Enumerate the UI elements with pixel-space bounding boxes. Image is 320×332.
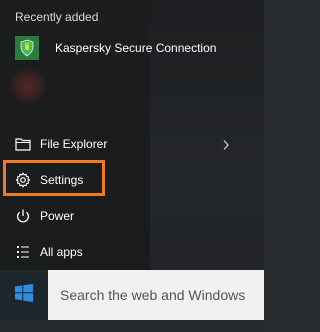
recently-added-heading: Recently added <box>15 10 99 24</box>
chevron-right-icon[interactable] <box>221 138 231 150</box>
taskbar: Search the web and Windows <box>0 270 264 332</box>
start-button[interactable] <box>0 270 48 320</box>
folder-icon <box>15 136 31 152</box>
power-label: Power <box>40 209 75 223</box>
kaspersky-shield-icon <box>15 36 39 60</box>
all-apps-label: All apps <box>40 245 83 259</box>
power-item[interactable]: Power <box>0 199 264 233</box>
start-menu: Recently added Kaspersky Secure Connecti… <box>0 0 264 270</box>
search-box[interactable]: Search the web and Windows <box>48 270 264 320</box>
taskbar-bottom-strip <box>0 320 264 332</box>
list-icon <box>15 244 31 260</box>
blurred-background-tile <box>10 70 46 102</box>
power-icon <box>15 208 31 224</box>
windows-logo-icon <box>15 283 33 307</box>
search-input[interactable]: Search the web and Windows <box>60 287 245 303</box>
file-explorer-item[interactable]: File Explorer <box>0 127 264 161</box>
file-explorer-label: File Explorer <box>40 137 108 151</box>
settings-highlight-box <box>3 160 105 196</box>
all-apps-item[interactable]: All apps <box>0 235 264 269</box>
recent-app-kaspersky[interactable]: Kaspersky Secure Connection <box>15 35 255 61</box>
recent-app-label: Kaspersky Secure Connection <box>55 41 217 55</box>
